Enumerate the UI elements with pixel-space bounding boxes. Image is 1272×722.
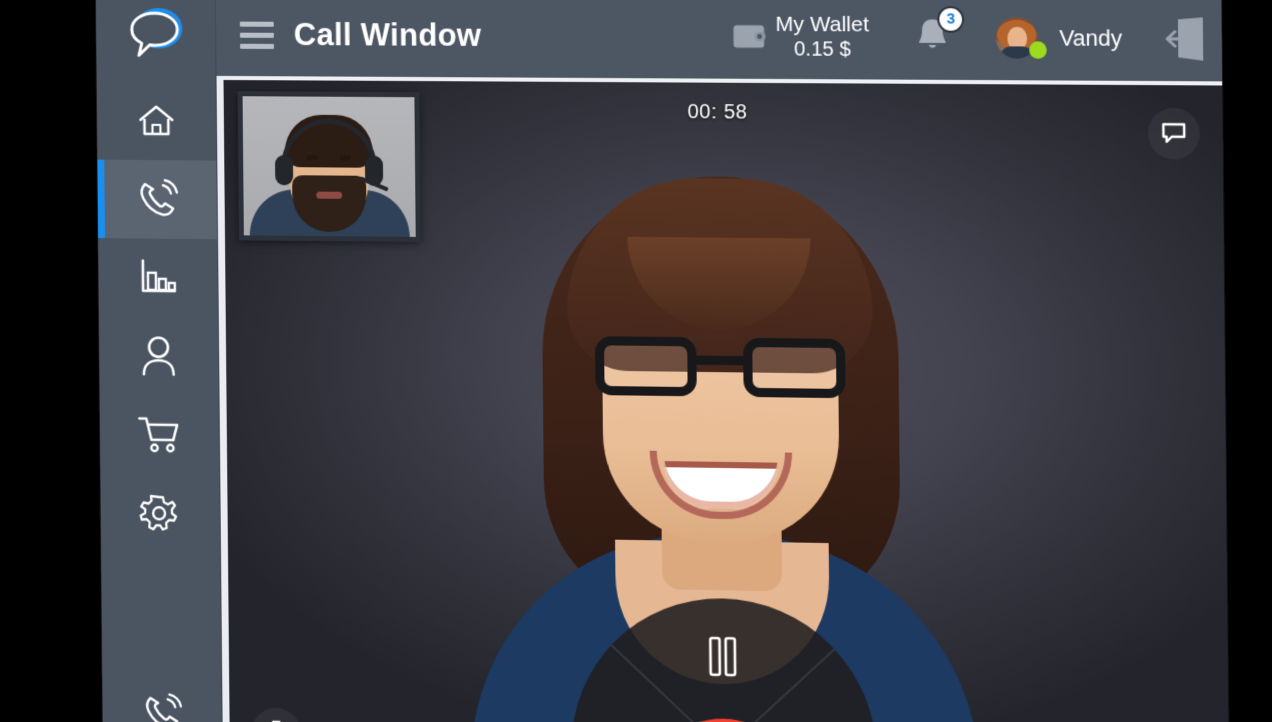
perspective-wrapper: Dialer Call Window	[0, 0, 1272, 722]
user-icon	[142, 335, 175, 376]
video-call-area: 00: 58	[216, 75, 1230, 722]
wallet-icon	[733, 25, 766, 49]
pause-icon	[707, 635, 738, 678]
chat-bubble-icon	[1160, 120, 1187, 147]
wallet-amount: 0.15 $	[793, 37, 851, 61]
logout-arrow-icon	[1161, 17, 1204, 61]
call-timer: 00: 58	[687, 100, 748, 124]
user-name: Vandy	[1059, 25, 1123, 52]
sidebar: Dialer	[95, 0, 224, 722]
phone-call-icon	[140, 178, 178, 216]
end-call-button[interactable]	[646, 717, 803, 722]
logout-button[interactable]	[1161, 15, 1207, 63]
sidebar-item-stats[interactable]	[98, 238, 218, 318]
home-icon	[139, 105, 174, 136]
dial-divider	[722, 648, 836, 722]
notification-badge: 3	[937, 5, 965, 33]
user-menu[interactable]: Vandy	[996, 17, 1123, 60]
sidebar-nav	[97, 81, 220, 553]
header-spacer	[481, 36, 731, 37]
sidebar-item-profile[interactable]	[99, 316, 219, 396]
self-view-thumbnail[interactable]	[237, 91, 421, 243]
app-logo[interactable]	[96, 0, 216, 76]
sidebar-item-home[interactable]	[97, 81, 217, 160]
hamburger-menu-icon[interactable]	[239, 21, 274, 49]
hold-call-button[interactable]	[707, 635, 738, 678]
top-header: Call Window My Wallet 0.15 $ 3 Vandy	[215, 0, 1223, 82]
status-badge	[1029, 41, 1048, 59]
wallet-button[interactable]: My Wallet 0.15 $	[732, 12, 870, 62]
sidebar-item-calls[interactable]	[97, 159, 218, 240]
wallet-text: My Wallet 0.15 $	[775, 12, 869, 62]
cart-icon	[137, 416, 179, 452]
chat-button[interactable]	[1147, 107, 1201, 160]
plus-icon	[262, 719, 290, 722]
sidebar-item-store[interactable]	[100, 395, 220, 475]
speech-bubble-logo-icon	[130, 8, 182, 57]
gear-icon	[139, 494, 177, 530]
notifications-button[interactable]: 3	[914, 5, 965, 61]
bar-chart-icon	[141, 259, 176, 292]
main-column: Call Window My Wallet 0.15 $ 3 Vandy 00:…	[215, 0, 1230, 722]
phone-call-icon	[139, 691, 185, 722]
page-title: Call Window	[293, 16, 482, 54]
application-window: Dialer Call Window	[95, 0, 1230, 722]
sidebar-item-dialer[interactable]: Dialer	[102, 690, 222, 722]
wallet-label: My Wallet	[775, 12, 870, 37]
screenshot-stage: Dialer Call Window	[0, 0, 1272, 722]
sidebar-item-settings[interactable]	[100, 473, 220, 553]
